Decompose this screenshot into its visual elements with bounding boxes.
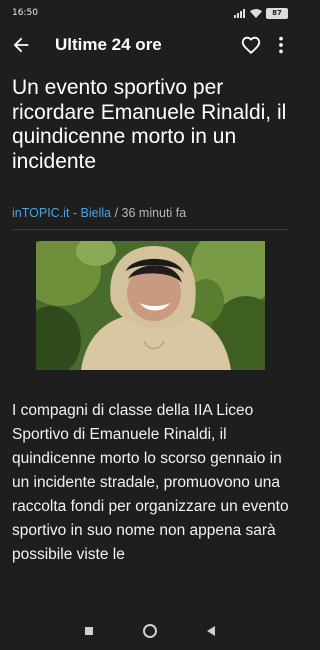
article-headline: Un evento sportivo per ricordare Emanuel… xyxy=(12,76,287,173)
signal-icon xyxy=(234,8,245,18)
wifi-icon xyxy=(250,8,262,18)
meta-separator: / xyxy=(111,206,122,220)
more-vertical-icon[interactable] xyxy=(274,34,288,56)
app-bar: Ultime 24 ore xyxy=(0,28,300,62)
back-triangle-icon[interactable] xyxy=(202,622,220,640)
article-meta: inTOPIC.it - Biella / 36 minuti fa xyxy=(12,206,292,220)
system-nav-bar xyxy=(0,612,300,650)
article-photo[interactable] xyxy=(36,241,265,370)
recents-square-icon[interactable] xyxy=(80,622,98,640)
status-bar: 16:50 87 xyxy=(0,0,300,26)
home-circle-icon[interactable] xyxy=(141,622,159,640)
divider xyxy=(12,229,288,230)
heart-outline-icon[interactable] xyxy=(240,34,262,56)
app-title: Ultime 24 ore xyxy=(55,35,162,54)
status-icons: 87 xyxy=(234,7,288,19)
time-ago: 36 minuti fa xyxy=(121,206,187,220)
back-arrow-icon[interactable] xyxy=(10,34,32,56)
status-time: 16:50 xyxy=(12,8,38,18)
source-link[interactable]: inTOPIC.it - Biella xyxy=(12,206,111,220)
article-body: I compagni di classe della IIA Liceo Spo… xyxy=(12,402,289,563)
battery-icon: 87 xyxy=(266,7,288,19)
